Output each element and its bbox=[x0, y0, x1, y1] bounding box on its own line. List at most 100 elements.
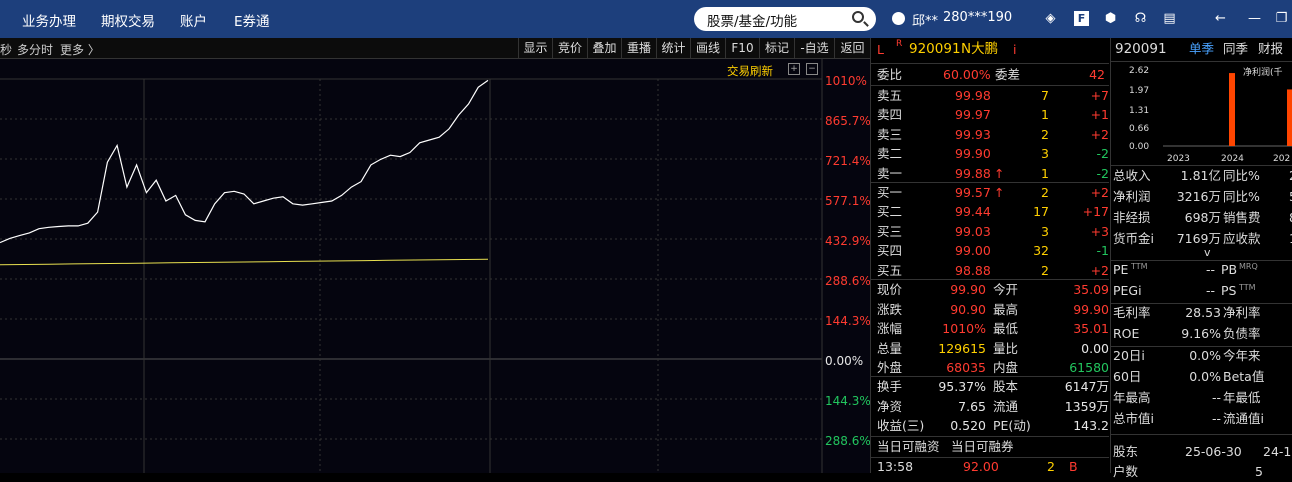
order-level-row[interactable]: 买四 99.00 32 -1 bbox=[877, 241, 1109, 260]
level-volume: 1 bbox=[1041, 165, 1049, 181]
finance-cell: PE bbox=[1113, 262, 1129, 277]
stat-value: 0.520 bbox=[950, 418, 986, 434]
multi-timeshare-tab[interactable]: 多分时 bbox=[17, 41, 53, 58]
finance-cell: TTM bbox=[1131, 262, 1148, 271]
level-l-flag: L bbox=[877, 42, 884, 57]
level-volume: 7 bbox=[1041, 88, 1049, 103]
remove-watchlist-button[interactable]: -自选 bbox=[794, 38, 834, 59]
level-price: 99.97 bbox=[955, 107, 991, 123]
weibi-label: 委比 bbox=[877, 67, 903, 82]
zoom-in-icon[interactable]: + bbox=[788, 63, 800, 75]
menu-options[interactable]: 期权交易 bbox=[101, 10, 155, 30]
level-volume: 1 bbox=[1041, 107, 1049, 123]
stat-label: 最低 bbox=[993, 321, 1019, 337]
message-icon[interactable]: ▤ bbox=[1162, 11, 1177, 26]
overlay-button[interactable]: 叠加 bbox=[587, 38, 621, 59]
pct-label: 0.00% bbox=[825, 354, 864, 368]
stat-label: 涨幅 bbox=[877, 321, 903, 337]
stat-value: 35.09 bbox=[1073, 282, 1109, 297]
stat-label: 外盘 bbox=[877, 360, 903, 376]
chevron-down-icon[interactable]: v bbox=[1204, 246, 1211, 259]
level-price: 99.93 bbox=[955, 126, 991, 142]
x-tick: 2024 bbox=[1221, 154, 1244, 164]
hexagon-icon[interactable]: ⬢ bbox=[1103, 11, 1118, 26]
level-label: 买四 bbox=[877, 243, 903, 259]
stat-label: 股本 bbox=[993, 379, 1019, 394]
f10-button[interactable]: F10 bbox=[725, 38, 759, 59]
minimize-icon[interactable]: — bbox=[1247, 11, 1262, 26]
intraday-chart[interactable]: 交易刷新 + − 1010% 865.7% 721.4% 577.1% 432.… bbox=[0, 59, 871, 473]
pct-label: 288.6% bbox=[825, 434, 871, 448]
mark-button[interactable]: 标记 bbox=[759, 38, 794, 59]
stat-label: 换手 bbox=[877, 379, 903, 394]
stock-name[interactable]: N大鹏 bbox=[961, 40, 998, 59]
f-icon[interactable]: F bbox=[1074, 11, 1089, 26]
stat-label: 流通 bbox=[993, 398, 1019, 414]
stat-label: 净资 bbox=[877, 398, 903, 414]
layers-icon[interactable]: ◈ bbox=[1043, 11, 1058, 26]
weibi-row: 委比 60.00% 委差 42 bbox=[877, 65, 1105, 84]
finance-cell: 60日 bbox=[1113, 369, 1142, 384]
search-input[interactable]: 股票/基金/功能 bbox=[694, 7, 876, 31]
back-button[interactable]: 返回 bbox=[834, 38, 870, 59]
order-level-row[interactable]: 卖一 99.88 ↑ 1 -2 bbox=[877, 164, 1109, 183]
menu-e-securities[interactable]: E券通 bbox=[234, 10, 270, 30]
order-level-row[interactable]: 买三 99.03 3 +3 bbox=[877, 222, 1109, 241]
finance-row: 毛利率 28.53 净利率 bbox=[1113, 303, 1292, 323]
auction-button[interactable]: 竞价 bbox=[552, 38, 587, 59]
level-label: 卖五 bbox=[877, 88, 903, 103]
pct-label: 144.3% bbox=[825, 314, 871, 328]
order-level-row[interactable]: 卖五 99.98 7 +7 bbox=[877, 86, 1109, 105]
tab-same-quarter[interactable]: 同季 bbox=[1223, 39, 1248, 59]
order-level-row[interactable]: 买五 98.88 2 +2 bbox=[877, 261, 1109, 280]
level-price: 99.98 bbox=[955, 88, 991, 103]
finance-cell: PB bbox=[1221, 262, 1238, 277]
zoom-out-icon[interactable]: − bbox=[806, 63, 818, 75]
stat-value: 61580 bbox=[1069, 360, 1109, 376]
order-level-row[interactable]: 卖二 99.90 3 -2 bbox=[877, 144, 1109, 163]
bar-2025 bbox=[1287, 89, 1292, 146]
menu-business[interactable]: 业务办理 bbox=[22, 10, 76, 30]
order-level-row[interactable]: 卖三 99.93 2 +2 bbox=[877, 125, 1109, 144]
tab-quarter[interactable]: 单季 bbox=[1189, 39, 1214, 59]
draw-line-button[interactable]: 画线 bbox=[690, 38, 725, 59]
finance-cell: TTM bbox=[1239, 283, 1256, 292]
stat-value: 99.90 bbox=[950, 282, 986, 297]
stat-value: 129615 bbox=[938, 340, 986, 356]
replay-button[interactable]: 重播 bbox=[621, 38, 656, 59]
tab-report[interactable]: 财报 bbox=[1258, 39, 1283, 59]
menu-account[interactable]: 账户 bbox=[180, 10, 207, 30]
households-label: 户数 bbox=[1113, 464, 1139, 479]
user-avatar-icon[interactable] bbox=[892, 12, 905, 25]
finance-cell: -- bbox=[1205, 283, 1215, 298]
pct-label: 288.6% bbox=[825, 274, 871, 288]
window-restore-icon[interactable]: ❐ bbox=[1274, 11, 1289, 26]
back-arrow-icon[interactable]: ← bbox=[1213, 11, 1228, 26]
info-icon[interactable]: i bbox=[1013, 40, 1016, 59]
level-label: 卖二 bbox=[877, 146, 903, 162]
more-tab[interactable]: 更多 〉 bbox=[60, 41, 100, 58]
level-change: +3 bbox=[1090, 223, 1109, 239]
households-row: 户数 5 bbox=[1113, 462, 1292, 482]
finance-cell: 698万 bbox=[1184, 210, 1221, 225]
pct-label: 865.7% bbox=[825, 114, 871, 128]
finance-cell: 净利率 bbox=[1223, 305, 1261, 320]
finance-row: 净利润3216万同比%5 bbox=[1113, 187, 1292, 207]
level-change: +7 bbox=[1090, 88, 1109, 103]
search-icon[interactable] bbox=[852, 11, 864, 23]
finance-row: 60日 0.0% Beta值 bbox=[1113, 367, 1292, 387]
stat-label: PE(动) bbox=[993, 418, 1031, 434]
stat-row: 换手 95.37% 股本 6147万 bbox=[877, 377, 1109, 396]
order-level-row[interactable]: 买一 99.57 ↑ 2 +2 bbox=[877, 183, 1109, 202]
order-level-row[interactable]: 买二 99.44 17 +17 bbox=[877, 202, 1109, 221]
order-level-row[interactable]: 卖四 99.97 1 +1 bbox=[877, 105, 1109, 124]
pct-label: 432.9% bbox=[825, 234, 871, 248]
price-series-line bbox=[0, 79, 489, 244]
display-button[interactable]: 显示 bbox=[518, 38, 552, 59]
pct-label: 577.1% bbox=[825, 194, 871, 208]
stats-button[interactable]: 统计 bbox=[656, 38, 690, 59]
headset-icon[interactable]: ☊ bbox=[1133, 11, 1148, 26]
pct-label: 144.3% bbox=[825, 394, 871, 408]
x-tick: 2023 bbox=[1167, 154, 1190, 164]
level-price: 99.00 bbox=[955, 243, 991, 259]
